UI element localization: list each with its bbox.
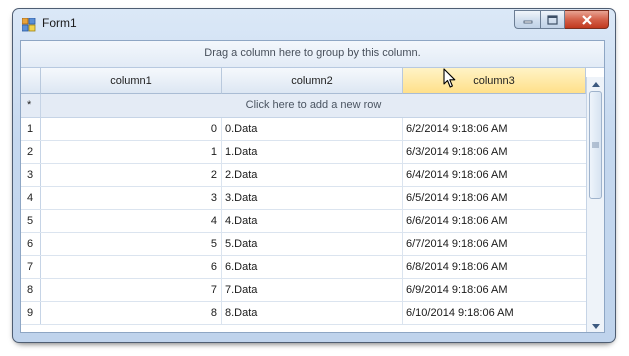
new-row-text: Click here to add a new row [245,99,382,111]
maximize-button[interactable] [540,10,565,29]
cell-column1[interactable]: 6 [41,256,222,278]
app-window: Form1 Drag a column here to group by thi… [12,8,616,343]
group-panel[interactable]: Drag a column here to group by this colu… [21,41,604,68]
scroll-thumb[interactable] [589,91,602,199]
grid-view[interactable]: Drag a column here to group by this colu… [20,40,605,333]
row-number: 5 [21,210,41,232]
row-number: 9 [21,302,41,324]
vertical-scrollbar[interactable] [586,77,604,332]
column-header-column3[interactable]: column3 [403,68,586,94]
cell-column3[interactable]: 6/7/2014 9:18:06 AM [403,233,586,255]
column-header-column1[interactable]: column1 [41,68,222,94]
table-row[interactable]: 6 5 5.Data 6/7/2014 9:18:06 AM [21,233,586,256]
mouse-pointer-icon [443,68,456,88]
table-row[interactable]: 2 1 1.Data 6/3/2014 9:18:06 AM [21,141,586,164]
cell-column2[interactable]: 5.Data [222,233,403,255]
scroll-grip-icon [592,142,599,148]
arrow-up-icon [591,81,600,87]
cell-column3[interactable]: 6/6/2014 9:18:06 AM [403,210,586,232]
new-row-indicator: * [21,94,41,117]
row-number: 1 [21,118,41,140]
cell-column3[interactable]: 6/8/2014 9:18:06 AM [403,256,586,278]
cell-column2[interactable]: 3.Data [222,187,403,209]
cell-column1[interactable]: 4 [41,210,222,232]
cell-column3[interactable]: 6/3/2014 9:18:06 AM [403,141,586,163]
row-number: 3 [21,164,41,186]
cell-column2[interactable]: 0.Data [222,118,403,140]
close-icon [581,14,592,25]
group-panel-text: Drag a column here to group by this colu… [204,47,421,59]
cell-column2[interactable]: 7.Data [222,279,403,301]
row-number: 4 [21,187,41,209]
cell-column1[interactable]: 5 [41,233,222,255]
minimize-button[interactable] [514,10,540,29]
cell-column3[interactable]: 6/4/2014 9:18:06 AM [403,164,586,186]
cell-column1[interactable]: 3 [41,187,222,209]
cell-column2[interactable]: 4.Data [222,210,403,232]
table-row[interactable]: 5 4 4.Data 6/6/2014 9:18:06 AM [21,210,586,233]
arrow-down-icon [591,323,600,329]
row-number: 6 [21,233,41,255]
column-header-column2[interactable]: column2 [222,68,403,94]
maximize-icon [547,14,558,25]
cell-column3[interactable]: 6/2/2014 9:18:06 AM [403,118,586,140]
cell-column3[interactable]: 6/5/2014 9:18:06 AM [403,187,586,209]
title-bar[interactable]: Form1 [13,9,615,39]
row-number: 7 [21,256,41,278]
cell-column3[interactable]: 6/10/2014 9:18:06 AM [403,302,586,324]
row-header-corner[interactable] [21,68,41,94]
table-row[interactable]: 1 0 0.Data 6/2/2014 9:18:06 AM [21,118,586,141]
cell-column1[interactable]: 0 [41,118,222,140]
cell-column2[interactable]: 2.Data [222,164,403,186]
cell-column2[interactable]: 6.Data [222,256,403,278]
table-row[interactable]: 4 3 3.Data 6/5/2014 9:18:06 AM [21,187,586,210]
window-title: Form1 [42,16,77,30]
cell-column3[interactable]: 6/9/2014 9:18:06 AM [403,279,586,301]
new-row[interactable]: * Click here to add a new row [21,94,586,118]
cell-column1[interactable]: 7 [41,279,222,301]
table-row[interactable]: 9 8 8.Data 6/10/2014 9:18:06 AM [21,302,586,325]
table-row[interactable]: 8 7 7.Data 6/9/2014 9:18:06 AM [21,279,586,302]
scroll-up-button[interactable] [587,77,604,91]
row-number: 8 [21,279,41,301]
row-number: 2 [21,141,41,163]
close-button[interactable] [565,10,609,29]
minimize-icon [523,20,532,23]
cell-column2[interactable]: 1.Data [222,141,403,163]
form-app-icon [22,18,36,32]
cell-column1[interactable]: 1 [41,141,222,163]
scroll-down-button[interactable] [587,319,604,332]
table-row[interactable]: 3 2 2.Data 6/4/2014 9:18:06 AM [21,164,586,187]
cell-column1[interactable]: 8 [41,302,222,324]
cell-column1[interactable]: 2 [41,164,222,186]
cell-column2[interactable]: 8.Data [222,302,403,324]
table-row[interactable]: 7 6 6.Data 6/8/2014 9:18:06 AM [21,256,586,279]
